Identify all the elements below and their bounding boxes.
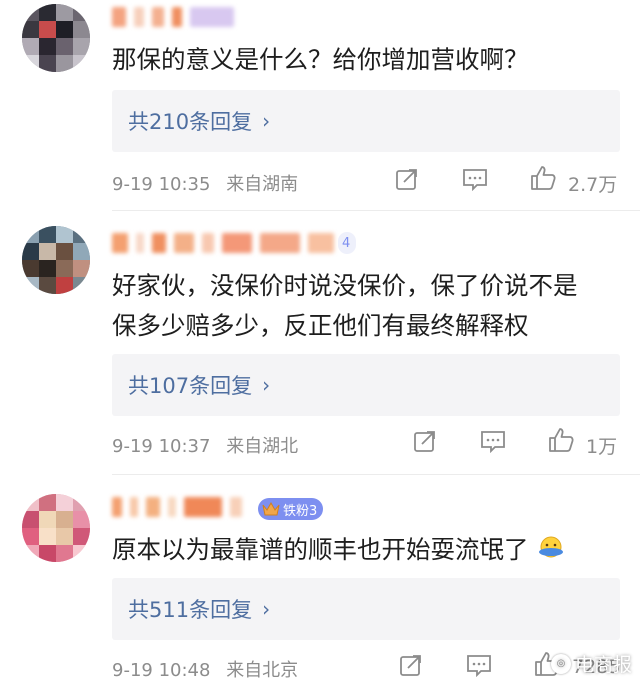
fan-badge: 铁粉3 (258, 498, 324, 520)
reply-count: 共511条回复 (128, 598, 253, 622)
comment-time: 9-19 10:35 (112, 174, 211, 195)
comment-meta: 9-19 10:48 来自北京 (112, 656, 298, 682)
view-replies-link[interactable]: 共210条回复 › (128, 106, 270, 136)
username-blurred[interactable] (112, 4, 234, 30)
username-blurred[interactable] (112, 494, 242, 520)
like-count: 2.7万 (568, 174, 618, 196)
facepalm-emoji-icon (538, 531, 564, 571)
reply-count: 共210条回复 (128, 110, 253, 134)
comment-meta: 9-19 10:35 来自湖南 (112, 170, 298, 196)
comment-text: 原本以为最靠谱的顺丰也开始耍流氓了 (112, 530, 622, 571)
chevron-right-icon: › (262, 597, 271, 621)
fan-badge-label: 铁粉3 (283, 503, 318, 519)
comment-text-content: 原本以为最靠谱的顺丰也开始耍流氓了 (112, 535, 529, 564)
chevron-right-icon: › (262, 109, 271, 133)
comment-meta: 9-19 10:37 来自湖北 (112, 432, 298, 458)
reply-box[interactable]: 共511条回复 › (112, 578, 620, 640)
watermark-logo-icon: ◎ (550, 653, 571, 674)
share-icon[interactable] (398, 652, 424, 678)
crown-icon (262, 501, 280, 516)
fan-badge-level: 4 (342, 235, 351, 251)
divider (112, 210, 640, 211)
share-icon[interactable] (412, 428, 438, 454)
reply-box[interactable]: 共107条回复 › (112, 354, 620, 416)
comment-text-line: 好家伙，没保价时说没保价，保了价说不是 (112, 271, 578, 300)
like-count: 1万 (586, 436, 618, 458)
comment-location: 来自湖北 (226, 436, 299, 457)
view-replies-link[interactable]: 共107条回复 › (128, 370, 270, 400)
avatar[interactable] (22, 494, 90, 562)
share-icon[interactable] (394, 166, 420, 192)
thumbs-up-icon[interactable] (546, 426, 576, 454)
comment-time: 9-19 10:37 (112, 436, 211, 457)
username-blurred[interactable] (112, 230, 334, 256)
comment-icon[interactable] (466, 652, 492, 678)
watermark: ◎ 电商报 (550, 650, 632, 677)
reply-box[interactable]: 共210条回复 › (112, 90, 620, 152)
thumbs-up-icon[interactable] (528, 164, 558, 192)
comment-text-line: 保多少赔多少，反正他们有最终解释权 (112, 311, 529, 340)
comment-location: 来自湖南 (226, 174, 299, 195)
fan-badge: 4 (338, 232, 357, 254)
comment-location: 来自北京 (226, 660, 299, 681)
comment-text: 好家伙，没保价时说没保价，保了价说不是 保多少赔多少，反正他们有最终解释权 (112, 266, 622, 346)
avatar[interactable] (22, 4, 90, 72)
chevron-right-icon: › (262, 373, 271, 397)
view-replies-link[interactable]: 共511条回复 › (128, 594, 270, 624)
comment-icon[interactable] (480, 428, 506, 454)
divider (112, 474, 640, 475)
watermark-text: 电商报 (574, 654, 632, 676)
comment-time: 9-19 10:48 (112, 660, 211, 681)
comment-text: 那保的意义是什么？给你增加营收啊？ (112, 45, 529, 74)
reply-count: 共107条回复 (128, 374, 253, 398)
comment-icon[interactable] (462, 166, 488, 192)
avatar[interactable] (22, 226, 90, 294)
